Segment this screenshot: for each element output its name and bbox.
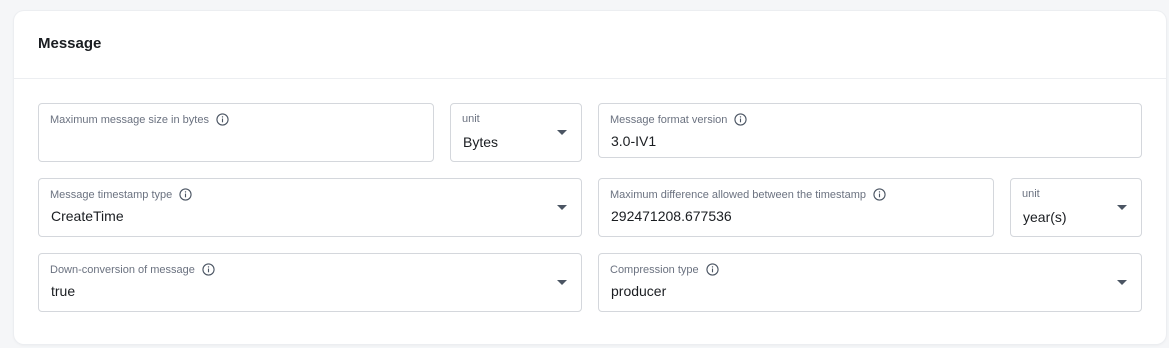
chevron-down-icon[interactable] [557, 204, 567, 210]
max-message-size-label-wrap: Maximum message size in bytes [50, 113, 229, 126]
down-conversion-select[interactable]: Down-conversion of message true [38, 253, 582, 312]
info-icon[interactable] [873, 188, 886, 201]
message-timestamp-type-label-wrap: Message timestamp type [50, 188, 192, 201]
chevron-down-icon[interactable] [557, 129, 567, 135]
max-timestamp-difference-label-wrap: Maximum difference allowed between the t… [610, 188, 886, 201]
compression-type-label: Compression type [610, 263, 699, 276]
info-icon[interactable] [734, 113, 748, 126]
message-timestamp-type-select[interactable]: Message timestamp type CreateTime [38, 178, 582, 237]
info-icon[interactable] [706, 263, 719, 276]
compression-type-label-wrap: Compression type [610, 263, 719, 276]
section-title: Message [38, 35, 102, 52]
max-message-size-unit-select[interactable]: unit Bytes [450, 103, 582, 162]
section-header: Message [14, 11, 1166, 79]
chevron-down-icon[interactable] [1117, 279, 1127, 285]
down-conversion-label-wrap: Down-conversion of message [50, 263, 215, 276]
chevron-down-icon[interactable] [1117, 204, 1127, 210]
unit-value: year(s) [1023, 209, 1067, 225]
down-conversion-value: true [51, 283, 76, 299]
unit-label: unit [462, 113, 480, 125]
max-timestamp-difference-unit-select[interactable]: unit year(s) [1010, 178, 1142, 237]
compression-type-value: producer [611, 283, 667, 299]
max-timestamp-difference-field[interactable]: Maximum difference allowed between the t… [598, 178, 994, 237]
unit-value: Bytes [463, 134, 499, 150]
chevron-down-icon[interactable] [557, 279, 567, 285]
max-timestamp-difference-value: 292471208.677536 [611, 208, 732, 224]
max-message-size-unit-label-wrap: unit [462, 113, 480, 125]
message-timestamp-type-value: CreateTime [51, 208, 124, 224]
max-timestamp-difference-label: Maximum difference allowed between the t… [610, 188, 866, 201]
info-icon[interactable] [179, 188, 192, 201]
unit-label: unit [1022, 188, 1040, 200]
info-icon[interactable] [202, 263, 215, 276]
max-timestamp-difference-unit-label-wrap: unit [1022, 188, 1040, 200]
max-message-size-field[interactable]: Maximum message size in bytes [38, 103, 434, 162]
compression-type-select[interactable]: Compression type producer [598, 253, 1142, 312]
down-conversion-label: Down-conversion of message [50, 263, 195, 276]
max-message-size-label: Maximum message size in bytes [50, 113, 209, 126]
message-format-version-value: 3.0-IV1 [611, 133, 657, 149]
message-section-card: Message Maximum message size in bytes un… [14, 11, 1166, 344]
message-timestamp-type-label: Message timestamp type [50, 188, 173, 201]
message-format-version-field[interactable]: Message format version 3.0-IV1 [598, 103, 1142, 158]
message-format-version-label: Message format version [610, 113, 728, 126]
message-format-version-label-wrap: Message format version [610, 113, 748, 126]
info-icon[interactable] [216, 113, 229, 126]
